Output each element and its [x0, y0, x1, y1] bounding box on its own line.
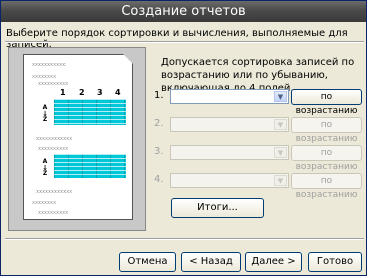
preview-group-line: xxxxxxxxxxxxxxx — [32, 75, 56, 79]
preview-detail-block — [54, 154, 126, 178]
page-fold-corner — [123, 54, 133, 64]
preview-group-line: xxxxxxxxxxxxxxx — [32, 201, 56, 205]
sort-field-2-select[interactable]: ▼ — [170, 117, 289, 132]
preview-header-line: xxxxxxxxxxxxxxx — [32, 63, 66, 67]
sort-row-1-label: 1. — [154, 90, 164, 101]
preview-column-number: 4 — [115, 88, 121, 97]
preview-column-number: 1 — [60, 88, 66, 97]
preview-subgroup-line: xxxxxxxxxxxxxxx — [38, 82, 68, 86]
dialog-title[interactable]: Создание отчетов — [1, 1, 366, 22]
back-button[interactable]: < Назад — [181, 252, 241, 272]
sort-row-2-label: 2. — [154, 118, 164, 129]
cancel-button[interactable]: Отмена — [119, 252, 176, 272]
totals-button[interactable]: Итоги... — [171, 198, 264, 218]
preview-column-number: 3 — [97, 88, 103, 97]
sort-row-3-label: 3. — [154, 146, 164, 157]
preview-subgroup-line: xxxxxxxxxxxxxxx — [38, 147, 68, 151]
sort-order-3-button[interactable]: по возрастанию — [291, 145, 362, 172]
sort-field-3-select[interactable]: ▼ — [170, 145, 289, 160]
sort-field-1-select[interactable]: ▼ — [170, 89, 289, 104]
preview-detail-block — [54, 99, 126, 125]
sort-order-4-button[interactable]: по возрастанию — [291, 173, 362, 200]
preview-footer-line: xxxxxxxxxxxxxxx — [36, 190, 72, 194]
sort-az-icon: A ↓ Z — [42, 104, 48, 123]
sort-row-4-label: 4. — [154, 174, 164, 185]
preview-column-number: 2 — [79, 88, 85, 97]
bottom-divider — [5, 238, 364, 240]
chevron-down-icon[interactable]: ▼ — [274, 91, 287, 102]
preview-subgroup-line: xxxxxxxxxxxxxxx — [38, 211, 68, 215]
chevron-down-icon[interactable]: ▼ — [274, 119, 287, 130]
sort-field-4-select[interactable]: ▼ — [170, 173, 289, 188]
top-divider — [5, 41, 364, 43]
preview-footer-line: xxxxxxxxxxxxxxx — [36, 137, 72, 141]
preview-page: xxxxxxxxxxxxxxx xxxxxxxxxxxxxxx xxxxxxxx… — [23, 54, 133, 220]
next-button[interactable]: Далее > — [245, 252, 302, 272]
sort-az-icon: A ↓ Z — [42, 158, 48, 177]
finish-button[interactable]: Готово — [308, 252, 362, 272]
sort-order-1-button[interactable]: по возрастанию — [291, 89, 362, 116]
report-wizard-dialog: Создание отчетов Выберите порядок сортир… — [0, 0, 367, 276]
report-preview: xxxxxxxxxxxxxxx xxxxxxxxxxxxxxx xxxxxxxx… — [8, 47, 146, 231]
chevron-down-icon[interactable]: ▼ — [274, 175, 287, 186]
chevron-down-icon[interactable]: ▼ — [274, 147, 287, 158]
sort-order-2-button[interactable]: по возрастанию — [291, 117, 362, 144]
